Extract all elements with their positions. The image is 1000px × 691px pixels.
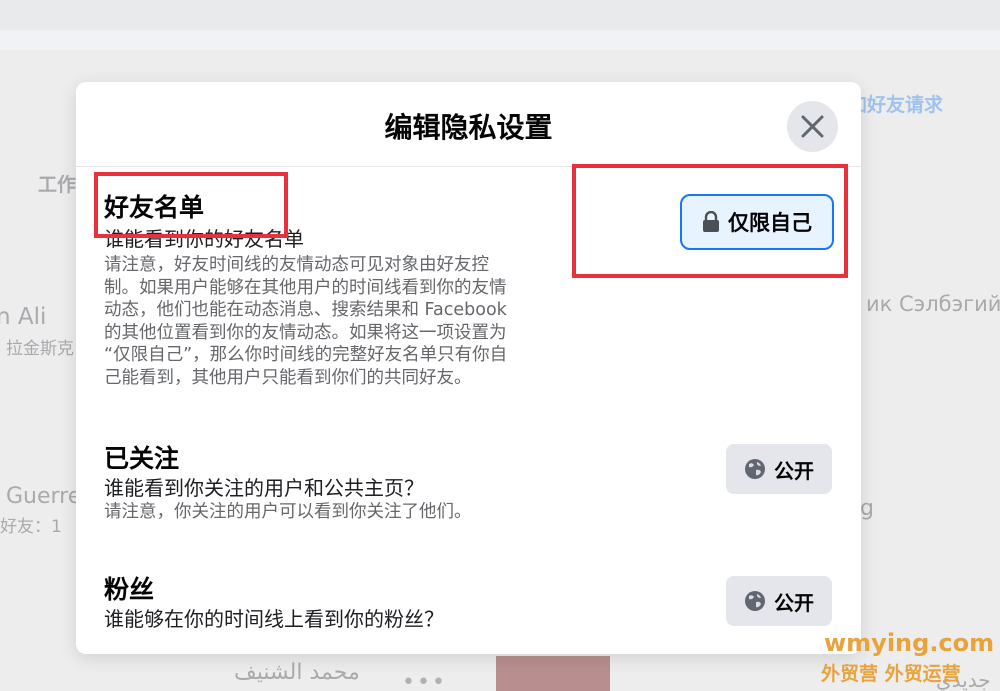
following-note: 请注意，你关注的用户可以看到你关注了他们。	[104, 501, 472, 524]
friend-list-title: 好友名单	[104, 193, 205, 222]
lock-icon	[703, 211, 719, 232]
note-line: 制。如果用户能够在其他用户的时间线看到你的友情	[104, 277, 507, 298]
audience-label: 公开	[774, 590, 814, 615]
watermark-domain: wmying.com	[824, 629, 995, 657]
friend-requests-link[interactable]: 加好友请求	[848, 90, 943, 117]
friend-location: 拉金斯克	[6, 339, 74, 359]
dialog-header: 编辑隐私设置	[76, 82, 861, 167]
globe-icon	[745, 591, 765, 611]
following-audience-button[interactable]: 公开	[726, 444, 832, 494]
close-icon	[801, 115, 824, 138]
note-line: “仅限自己”，那么你时间线的完整好友名单只有你自	[104, 345, 508, 366]
following-question: 谁能看到你关注的用户和公共主页？	[104, 476, 424, 500]
audience-label: 仅限自己	[728, 211, 812, 235]
globe-icon	[745, 459, 765, 479]
followers-audience-button[interactable]: 公开	[726, 576, 832, 626]
background-top-bar	[0, 0, 1000, 30]
close-button[interactable]	[787, 101, 838, 152]
note-line: 请注意，好友时间线的友情动态可见对象由好友控	[104, 255, 489, 275]
mutual-friends-count: 好友：1	[0, 517, 62, 537]
friend-name: g	[860, 496, 874, 521]
friend-list-question: 谁能看到你的好友名单	[104, 227, 304, 251]
friend-list-note: 请注意，好友时间线的友情动态可见对象由好友控 制。如果用户能够在其他用户的时间线…	[104, 254, 507, 390]
watermark-tagline: 外贸营 外贸运营	[821, 663, 961, 685]
followers-question: 谁能够在你的时间线上看到你的粉丝？	[104, 607, 444, 631]
dialog-title: 编辑隐私设置	[384, 111, 553, 144]
note-line: 的其他位置看到你的友情动态。如果将这一项设置为	[104, 322, 507, 343]
friend-name: محمد الشنيف	[234, 660, 360, 685]
followers-title: 粉丝	[104, 575, 155, 604]
friend-list-audience-button[interactable]: 仅限自己	[680, 194, 834, 250]
audience-label: 公开	[774, 458, 814, 483]
friend-photo	[496, 656, 610, 691]
more-options-icon: •••	[402, 670, 447, 691]
friend-name: Guerre	[6, 484, 82, 509]
note-line: 动态，他们也能在动态消息、搜索结果和 Facebook	[104, 300, 507, 321]
work-tab: 工作	[38, 174, 77, 196]
edit-privacy-dialog: 编辑隐私设置 好友名单 谁能看到你的好友名单 请注意，好友时间线的友情动态可见对…	[76, 82, 861, 654]
note-line: 请注意，你关注的用户可以看到你关注了他们。	[104, 502, 472, 522]
note-line: 己能看到，其他用户只能看到你们的共同好友。	[104, 367, 472, 388]
friend-name: n Ali	[0, 304, 47, 330]
friend-name: ик Сэлбэгийн	[866, 292, 1000, 316]
following-title: 已关注	[104, 444, 180, 473]
